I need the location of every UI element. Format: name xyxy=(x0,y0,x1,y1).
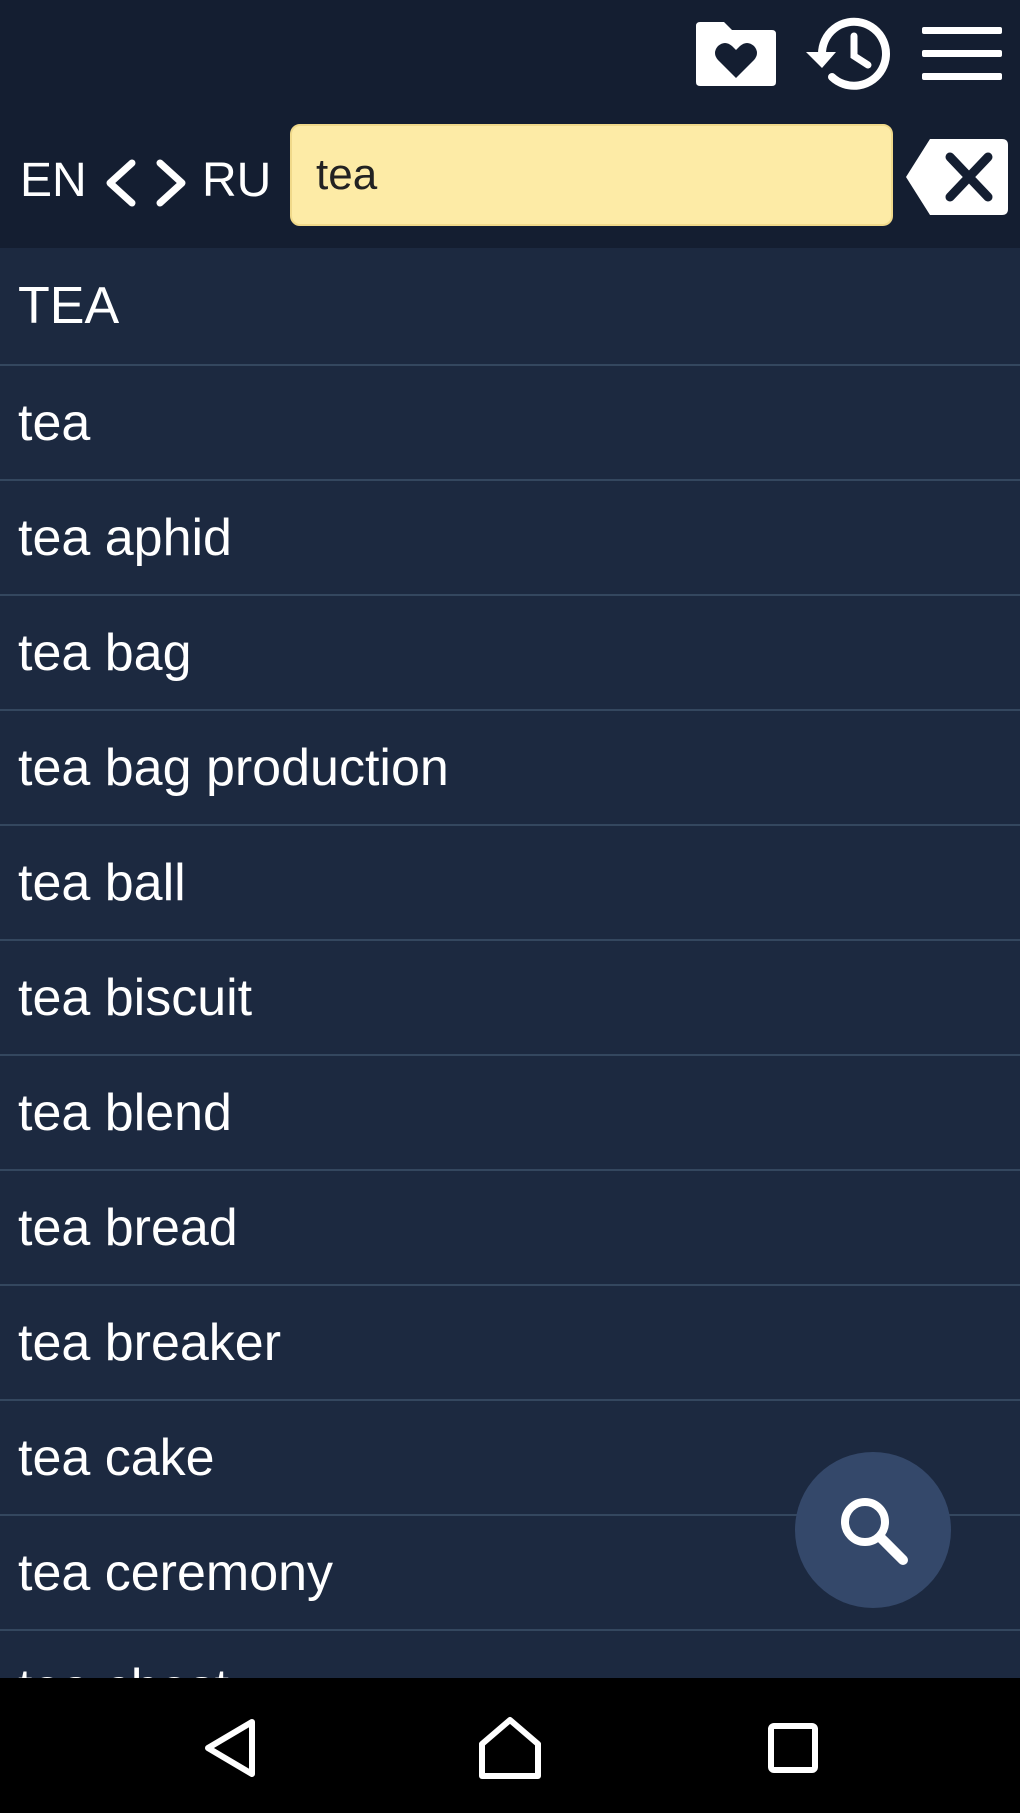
search-bar: EN RU tea xyxy=(0,113,1020,248)
chevron-right-icon xyxy=(156,159,186,207)
list-item[interactable]: TEA xyxy=(0,248,1020,366)
favorites-button[interactable] xyxy=(692,16,780,92)
list-item[interactable]: tea biscuit xyxy=(0,941,1020,1056)
top-toolbar xyxy=(0,0,1020,113)
search-icon xyxy=(841,1498,908,1565)
recents-square-icon xyxy=(768,1723,818,1773)
source-language[interactable]: EN xyxy=(20,113,87,248)
system-nav-bar xyxy=(0,1678,1020,1813)
list-item[interactable]: tea breaker xyxy=(0,1286,1020,1401)
swap-languages-button[interactable] xyxy=(100,153,192,213)
list-item[interactable]: tea blend xyxy=(0,1056,1020,1171)
home-icon xyxy=(479,1717,541,1779)
history-icon xyxy=(806,17,890,90)
target-language[interactable]: RU xyxy=(202,113,271,248)
search-fab-button[interactable] xyxy=(795,1452,951,1608)
dictionary-app: EN RU tea TEA tea tea aphid tea bag tea … xyxy=(0,0,1020,1813)
menu-button[interactable] xyxy=(918,18,1006,88)
favorites-folder-icon xyxy=(696,22,776,86)
list-item[interactable]: tea xyxy=(0,366,1020,481)
back-triangle-icon xyxy=(205,1719,255,1777)
list-item[interactable]: tea bag production xyxy=(0,711,1020,826)
list-item[interactable]: tea bag xyxy=(0,596,1020,711)
list-item[interactable]: tea bread xyxy=(0,1171,1020,1286)
nav-home-button[interactable] xyxy=(465,1708,555,1788)
backspace-clear-icon xyxy=(906,139,1008,215)
clear-search-button[interactable] xyxy=(904,135,1010,227)
menu-icon xyxy=(922,27,1002,80)
history-button[interactable] xyxy=(800,10,896,98)
nav-recents-button[interactable] xyxy=(748,1708,838,1788)
list-item[interactable]: tea ball xyxy=(0,826,1020,941)
list-item[interactable]: tea chest xyxy=(0,1631,1020,1679)
search-input[interactable]: tea xyxy=(290,124,893,226)
nav-back-button[interactable] xyxy=(185,1708,275,1788)
chevron-left-icon xyxy=(106,159,136,207)
list-item[interactable]: tea aphid xyxy=(0,481,1020,596)
